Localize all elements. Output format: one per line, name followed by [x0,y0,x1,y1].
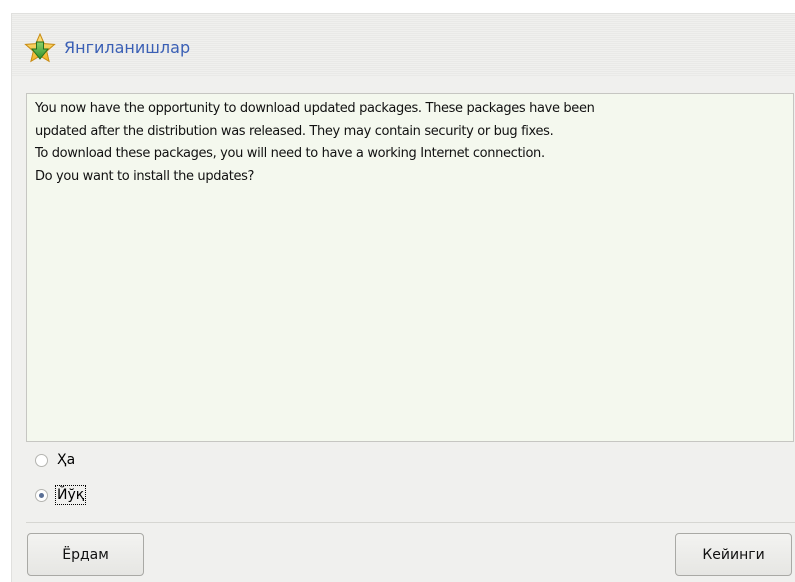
radio-option-yes[interactable]: Ҳа [35,449,76,471]
radio-option-no[interactable]: Йўқ [35,484,87,506]
radio-button-yes[interactable] [35,453,48,467]
message-line: To download these packages, you will nee… [35,146,545,161]
updates-dialog: Янгиланишлар You now have the opportunit… [11,13,795,582]
message-line: You now have the opportunity to download… [35,101,595,116]
message-line: Do you want to install the updates? [35,168,255,184]
message-box: You now have the opportunity to download… [26,93,794,442]
dialog-header: Янгиланишлар [12,14,795,77]
next-button[interactable]: Кейинги [675,533,792,576]
help-button[interactable]: Ёрдам [27,533,144,576]
page-title: Янгиланишлар [64,38,191,57]
radio-button-no[interactable] [35,488,48,502]
star-download-icon [24,32,56,65]
divider [26,522,795,523]
radio-label-no: Йўқ [54,485,87,505]
radio-label-yes: Ҳа [57,452,76,468]
message-line: updated after the distribution was relea… [35,123,554,139]
